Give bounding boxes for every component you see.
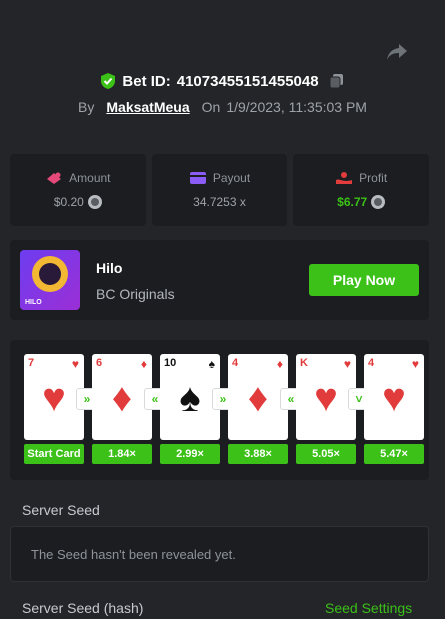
multiplier-badge: 5.05× bbox=[296, 444, 356, 464]
seed-settings-link[interactable]: Seed Settings bbox=[325, 600, 412, 616]
multiplier-badge: Start Card bbox=[24, 444, 84, 464]
amount-value: $0.20 bbox=[53, 195, 84, 209]
username-link[interactable]: MaksatMeua bbox=[106, 99, 189, 115]
cards-panel: 7 ♥ ♥ Start Card» 6 ♦ ♦ 1.84× «10 ♠ ♠ 2.99×» 4 ♦ ♦ 3.88… bbox=[10, 340, 429, 480]
playing-card: 4 ♥ ♥ bbox=[364, 354, 424, 440]
bet-datetime: 1/9/2023, 11:35:03 PM bbox=[226, 99, 367, 115]
card-rank: 10 bbox=[164, 357, 177, 369]
card-rank: K bbox=[300, 357, 308, 369]
card-suit-large: ♥ bbox=[314, 376, 338, 420]
server-seed-field: The Seed hasn't been revealed yet. bbox=[10, 526, 429, 582]
payout-label: Payout bbox=[212, 171, 251, 185]
card-rank: 4 bbox=[232, 357, 239, 369]
card-rank: 4 bbox=[368, 357, 375, 369]
card-suit-large: ♠ bbox=[179, 376, 201, 420]
card-suit-small: ♥ bbox=[411, 357, 419, 371]
server-seed-hash-label: Server Seed (hash) bbox=[22, 600, 144, 616]
playing-card: 7 ♥ ♥ bbox=[24, 354, 84, 440]
copy-icon[interactable] bbox=[329, 73, 345, 89]
payout-stat: Payout 34.7253 x bbox=[151, 154, 288, 226]
card-suit-small: ♦ bbox=[140, 357, 147, 371]
card-suit-large: ♦ bbox=[111, 376, 133, 420]
amount-label: Amount bbox=[69, 171, 111, 185]
bet-author-row: By MaksatMeua On 1/9/2023, 11:35:03 PM bbox=[0, 99, 445, 115]
game-panel: HILO Hilo BC Originals Play Now bbox=[10, 240, 429, 320]
profit-icon bbox=[336, 172, 353, 184]
playing-card: 10 ♠ ♠ bbox=[160, 354, 220, 440]
playing-card: 6 ♦ ♦ bbox=[92, 354, 152, 440]
playing-card: K ♥ ♥ bbox=[296, 354, 356, 440]
game-provider: BC Originals bbox=[96, 286, 175, 302]
payout-value: 34.7253 x bbox=[193, 195, 246, 209]
multiplier-badge: 1.84× bbox=[92, 444, 152, 464]
coin-icon bbox=[371, 195, 386, 209]
coin-icon bbox=[87, 195, 102, 209]
verified-shield-icon bbox=[101, 73, 116, 89]
amount-stat: Amount $0.20 bbox=[10, 154, 146, 226]
game-thumbnail[interactable]: HILO bbox=[20, 250, 80, 310]
card-suit-small: ♦ bbox=[276, 357, 283, 371]
share-icon[interactable] bbox=[385, 42, 409, 62]
bet-stats: Amount $0.20 Payout 34.7253 x Profit $6.… bbox=[10, 154, 430, 226]
bet-id-label: Bet ID: bbox=[122, 72, 171, 90]
game-name: Hilo bbox=[96, 260, 123, 276]
server-seed-value: The Seed hasn't been revealed yet. bbox=[31, 546, 236, 562]
multiplier-badge: 2.99× bbox=[160, 444, 220, 464]
amount-icon bbox=[47, 172, 62, 184]
card-suit-large: ♥ bbox=[382, 376, 406, 420]
play-now-button[interactable]: Play Now bbox=[309, 264, 419, 296]
card-suit-large: ♦ bbox=[247, 376, 269, 420]
card-suit-small: ♥ bbox=[71, 357, 79, 371]
playing-card: 4 ♦ ♦ bbox=[228, 354, 288, 440]
profit-stat: Profit $6.77 bbox=[293, 154, 430, 226]
bet-id-value: 41073455151455048 bbox=[176, 72, 319, 90]
card-suit-small: ♠ bbox=[208, 357, 215, 371]
card-suit-small: ♥ bbox=[343, 357, 351, 371]
card-rank: 7 bbox=[28, 357, 35, 369]
card-suit-large: ♥ bbox=[42, 376, 66, 420]
on-label: On bbox=[201, 99, 221, 115]
card-rank: 6 bbox=[96, 357, 103, 369]
multiplier-badge: 3.88× bbox=[228, 444, 288, 464]
multiplier-badge: 5.47× bbox=[364, 444, 424, 464]
thumbnail-label: HILO bbox=[25, 299, 42, 306]
bet-id-row: Bet ID: 41073455151455048 bbox=[0, 72, 445, 90]
profit-value: $6.77 bbox=[337, 195, 368, 209]
by-label: By bbox=[78, 99, 95, 115]
payout-icon bbox=[189, 172, 206, 184]
server-seed-label: Server Seed bbox=[22, 502, 100, 518]
profit-label: Profit bbox=[359, 171, 388, 185]
